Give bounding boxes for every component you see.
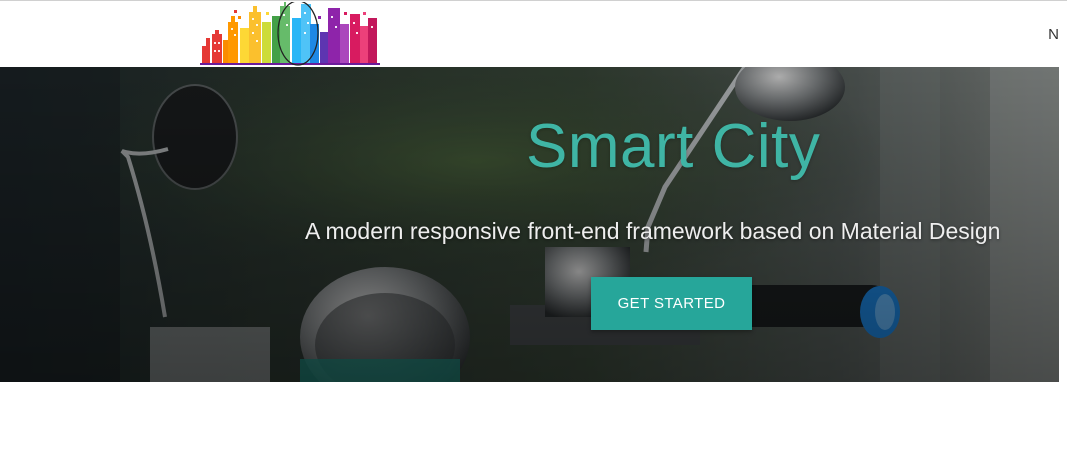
skyline-icon: [200, 0, 380, 66]
city-skyline-logo[interactable]: [200, 0, 380, 66]
get-started-button[interactable]: GET STARTED: [591, 277, 752, 330]
hero-subtitle: A modern responsive front-end framework …: [305, 218, 1001, 244]
hero-title: Smart City: [526, 112, 821, 181]
hero-banner: Smart City A modern responsive front-end…: [0, 67, 1059, 382]
navbar: N: [0, 0, 1067, 67]
nav-menu-label[interactable]: N: [1048, 26, 1059, 43]
page-edge: [1059, 67, 1067, 382]
page: N Smart City A modern responsive front-e…: [0, 0, 1067, 449]
